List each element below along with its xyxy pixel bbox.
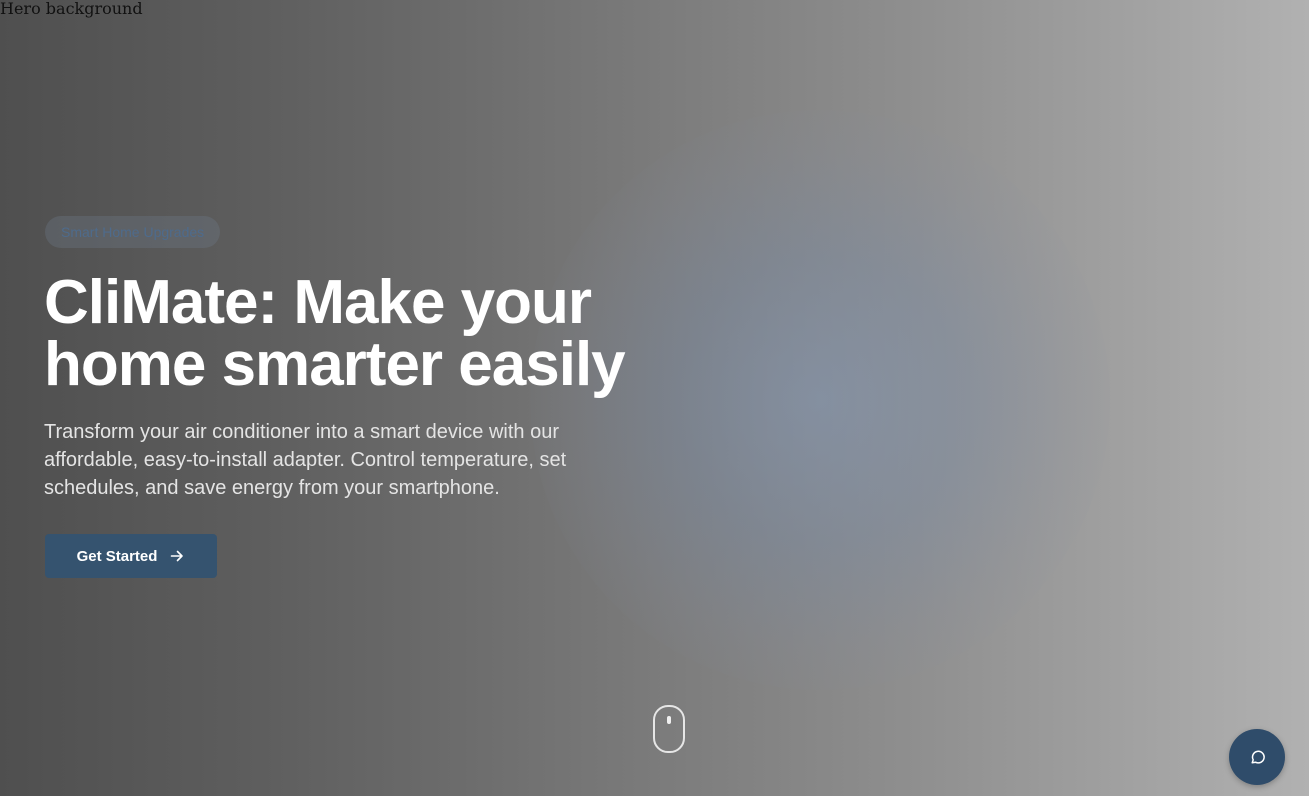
mouse-scroll-icon[interactable] (653, 705, 685, 753)
hero-section: Hero background Smart Home Upgrades CliM… (0, 0, 1309, 796)
chat-button[interactable] (1229, 729, 1285, 785)
category-badge: Smart Home Upgrades (45, 216, 221, 248)
hero-title: CliMate: Make your home smarter easily (44, 268, 626, 399)
hero-subtitle: Transform your air conditioner into a sm… (44, 421, 567, 499)
get-started-button[interactable]: Get Started (45, 534, 217, 578)
hero-background-image: Hero background (0, 0, 143, 18)
get-started-label: Get Started (76, 547, 158, 565)
chat-bubble-icon (1251, 750, 1265, 764)
arrow-right-icon (171, 550, 184, 562)
hero-background-glow (530, 110, 1110, 690)
scroll-wheel-indicator (667, 716, 671, 724)
